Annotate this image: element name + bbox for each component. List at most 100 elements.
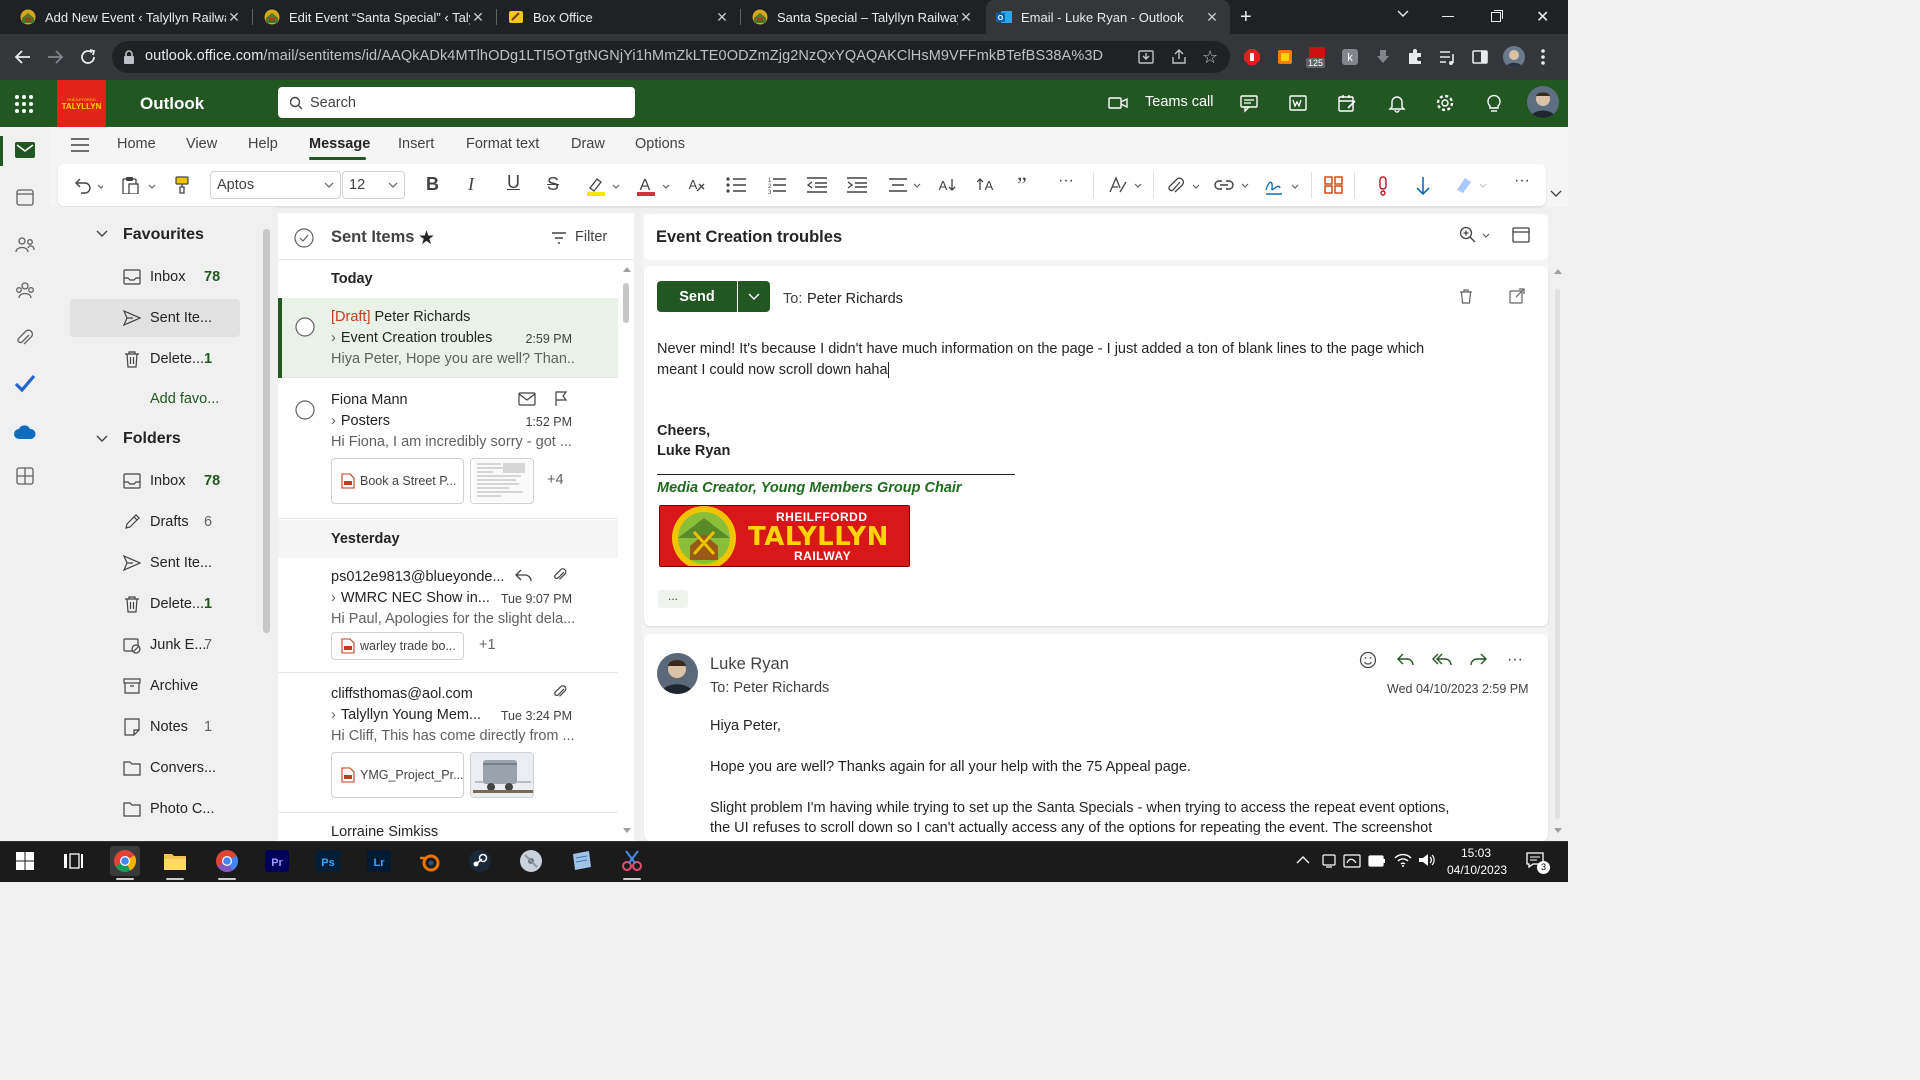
underline-icon[interactable]: U bbox=[507, 172, 520, 193]
ribbon-tab-home[interactable]: Home bbox=[117, 136, 156, 152]
more-attachments-count[interactable]: +1 bbox=[479, 637, 496, 653]
favourites-chevron-icon[interactable] bbox=[96, 230, 108, 238]
reply-all-icon[interactable] bbox=[1432, 652, 1452, 668]
mail-icon[interactable] bbox=[15, 142, 35, 158]
browser-tab-2[interactable]: Edit Event “Santa Special” ‹ Talyllyn ✕ bbox=[254, 0, 496, 34]
app-title[interactable]: Outlook bbox=[140, 94, 204, 114]
sender-avatar[interactable] bbox=[657, 653, 698, 694]
format-painter-icon[interactable] bbox=[173, 176, 191, 194]
restore-window-icon[interactable] bbox=[1490, 9, 1504, 23]
scroll-down-arrow-icon[interactable] bbox=[623, 828, 631, 834]
ribbon-tab-help[interactable]: Help bbox=[248, 136, 278, 152]
align-icon[interactable] bbox=[888, 176, 922, 194]
folder-item-7[interactable]: Convers... bbox=[70, 749, 240, 787]
discard-draft-trash-icon[interactable] bbox=[1458, 288, 1474, 304]
attach-file-icon[interactable] bbox=[1166, 176, 1202, 196]
file-explorer-icon[interactable] bbox=[160, 846, 190, 880]
sender-name[interactable]: Lorraine Simkiss bbox=[331, 824, 438, 840]
windows-start-icon[interactable] bbox=[10, 846, 40, 876]
reply-icon[interactable] bbox=[1396, 652, 1414, 668]
attachments-paperclip-icon[interactable] bbox=[16, 328, 34, 348]
send-button[interactable]: Send bbox=[657, 281, 737, 312]
folders-heading[interactable]: Folders bbox=[123, 430, 181, 448]
tips-lightbulb-icon[interactable] bbox=[1485, 93, 1503, 113]
new-tab-icon[interactable]: + bbox=[1240, 6, 1252, 29]
photoshop-icon[interactable]: Ps bbox=[313, 846, 343, 876]
browser-tab-5-active[interactable]: O Email - Luke Ryan - Outlook ✕ bbox=[986, 0, 1230, 34]
add-favourite-link[interactable]: Add favo... bbox=[150, 391, 219, 407]
bold-icon[interactable]: B bbox=[426, 174, 439, 195]
list-item[interactable]: ps012e9813@blueyonde... › WMRC NEC Show i… bbox=[278, 558, 618, 673]
ribbon-tab-insert[interactable]: Insert bbox=[398, 136, 434, 152]
flag-icon[interactable] bbox=[554, 391, 568, 407]
high-importance-icon[interactable] bbox=[1376, 176, 1390, 196]
more-formatting-icon[interactable]: ··· bbox=[1058, 172, 1074, 190]
extension-badge-icon[interactable]: 125 bbox=[1306, 46, 1328, 72]
search-input[interactable]: Search bbox=[310, 95, 356, 111]
message-more-icon[interactable]: ··· bbox=[1507, 651, 1523, 669]
thread-chevron-icon[interactable]: › bbox=[331, 330, 336, 346]
send-options-chevron-icon[interactable] bbox=[738, 281, 770, 312]
calendar-icon[interactable] bbox=[16, 188, 34, 206]
teams-call-button[interactable]: Teams call bbox=[1145, 94, 1214, 110]
close-tab-icon[interactable]: ✕ bbox=[958, 9, 974, 26]
zoom-icon[interactable] bbox=[1459, 226, 1493, 244]
folder-item-1[interactable]: Drafts 6 bbox=[70, 503, 240, 541]
signature-icon[interactable] bbox=[1264, 176, 1302, 196]
popout-reading-icon[interactable] bbox=[1512, 227, 1530, 243]
onedrive-cloud-icon[interactable] bbox=[14, 424, 36, 440]
reading-scroll-up-icon[interactable] bbox=[1554, 268, 1562, 274]
favourites-heading[interactable]: Favourites bbox=[123, 226, 204, 244]
folder-item-5[interactable]: Archive bbox=[70, 667, 240, 705]
close-tab-icon[interactable]: ✕ bbox=[470, 9, 486, 26]
bullets-list-icon[interactable] bbox=[725, 176, 747, 194]
snipping-tool-icon[interactable] bbox=[617, 846, 647, 880]
url-text[interactable]: outlook.office.com/mail/sentitems/id/AAQ… bbox=[145, 48, 1103, 64]
share-icon[interactable] bbox=[1170, 48, 1188, 66]
folder-item-0[interactable]: Inbox 78 bbox=[70, 258, 240, 296]
talyllyn-logo[interactable]: RHEILFFORDD TALYLLYN bbox=[57, 80, 106, 127]
settings-gear-icon[interactable] bbox=[1435, 93, 1455, 113]
browser-tab-1[interactable]: Add New Event ‹ Talyllyn Railway ✕ bbox=[10, 0, 252, 34]
thread-chevron-icon[interactable]: › bbox=[331, 413, 336, 429]
reading-scrollbar[interactable] bbox=[1555, 289, 1560, 819]
task-view-icon[interactable] bbox=[58, 846, 88, 876]
more-apps-icon[interactable] bbox=[16, 467, 34, 485]
list-item[interactable]: [Draft] Peter Richards › Event Creation t… bbox=[278, 298, 618, 378]
battery-icon[interactable] bbox=[1368, 855, 1386, 867]
quote-icon[interactable]: ” bbox=[1017, 172, 1027, 198]
folder-item-8[interactable]: Photo C... bbox=[70, 790, 240, 828]
my-day-icon[interactable] bbox=[1337, 93, 1357, 113]
disc-app-icon[interactable] bbox=[516, 846, 546, 876]
mark-unread-envelope-icon[interactable] bbox=[518, 392, 536, 406]
close-window-icon[interactable]: ✕ bbox=[1536, 7, 1549, 27]
close-tab-icon[interactable]: ✕ bbox=[1204, 9, 1220, 26]
collapse-nav-hamburger-icon[interactable] bbox=[71, 138, 89, 152]
thread-chevron-icon[interactable]: › bbox=[331, 590, 336, 606]
more-attachments-count[interactable]: +4 bbox=[547, 472, 564, 488]
back-icon[interactable] bbox=[14, 48, 32, 66]
attachment-chip[interactable]: warley trade bo... bbox=[331, 632, 464, 660]
browser-tab-3[interactable]: Box Office ✕ bbox=[498, 0, 740, 34]
extensions-puzzle-icon[interactable] bbox=[1406, 48, 1424, 66]
close-tab-icon[interactable]: ✕ bbox=[714, 9, 730, 26]
chat-icon[interactable] bbox=[1239, 93, 1259, 113]
media-controls-icon[interactable] bbox=[1438, 48, 1456, 66]
styles-icon[interactable] bbox=[1108, 176, 1144, 194]
blender-icon[interactable] bbox=[415, 846, 445, 876]
compose-body[interactable]: Never mind! It's because I didn't have m… bbox=[657, 339, 1527, 380]
forward-icon[interactable] bbox=[46, 48, 64, 66]
tray-meet-icon[interactable] bbox=[1343, 853, 1361, 869]
forward-icon[interactable] bbox=[1470, 652, 1488, 668]
list-item[interactable]: cliffsthomas@aol.com › Talyllyn Young Mem… bbox=[278, 675, 618, 813]
insert-link-icon[interactable] bbox=[1214, 176, 1252, 194]
scroll-up-arrow-icon[interactable] bbox=[623, 266, 631, 272]
text-direction-icon[interactable]: A bbox=[977, 176, 997, 194]
decrease-indent-icon[interactable] bbox=[806, 176, 828, 194]
install-app-icon[interactable] bbox=[1137, 48, 1155, 66]
lightroom-icon[interactable]: Lr bbox=[364, 846, 394, 876]
chrome-taskbar-icon[interactable] bbox=[110, 846, 140, 880]
font-color-icon[interactable]: A bbox=[636, 176, 672, 196]
tray-device-icon[interactable] bbox=[1321, 853, 1337, 869]
folder-pane-scrollbar[interactable] bbox=[263, 229, 270, 633]
